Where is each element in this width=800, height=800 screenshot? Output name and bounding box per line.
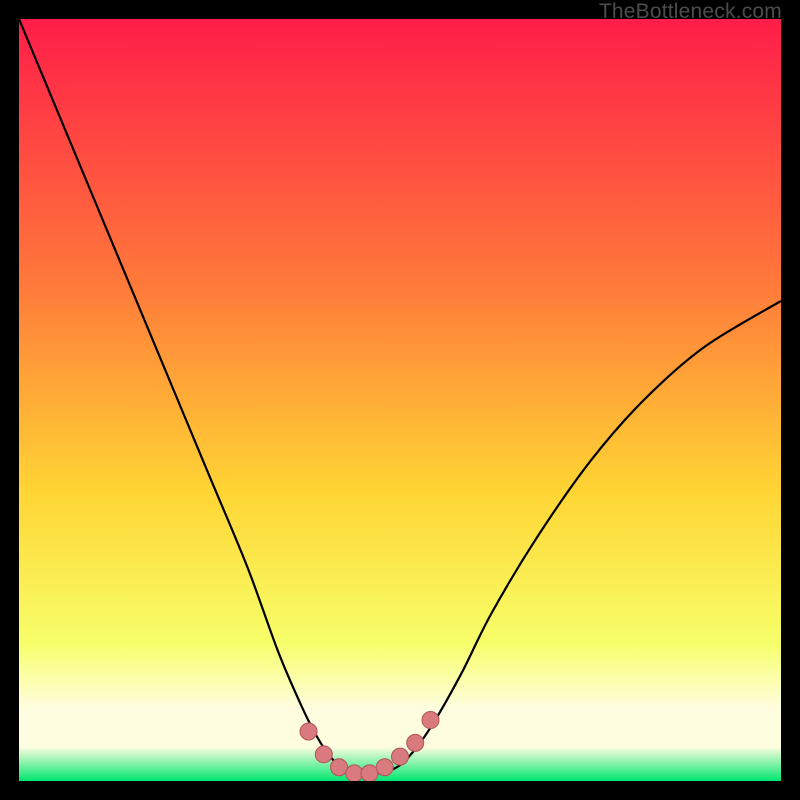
bottleneck-chart: [19, 19, 781, 781]
watermark-text: TheBottleneck.com: [599, 0, 782, 24]
trough-marker: [346, 765, 363, 781]
trough-marker: [407, 734, 424, 751]
trough-marker: [300, 723, 317, 740]
trough-marker: [392, 748, 409, 765]
trough-marker: [422, 712, 439, 729]
trough-marker: [331, 759, 348, 776]
trough-marker: [376, 759, 393, 776]
trough-marker: [361, 765, 378, 781]
chart-stage: TheBottleneck.com: [0, 0, 800, 800]
chart-background: [19, 19, 781, 781]
trough-marker: [315, 746, 332, 763]
